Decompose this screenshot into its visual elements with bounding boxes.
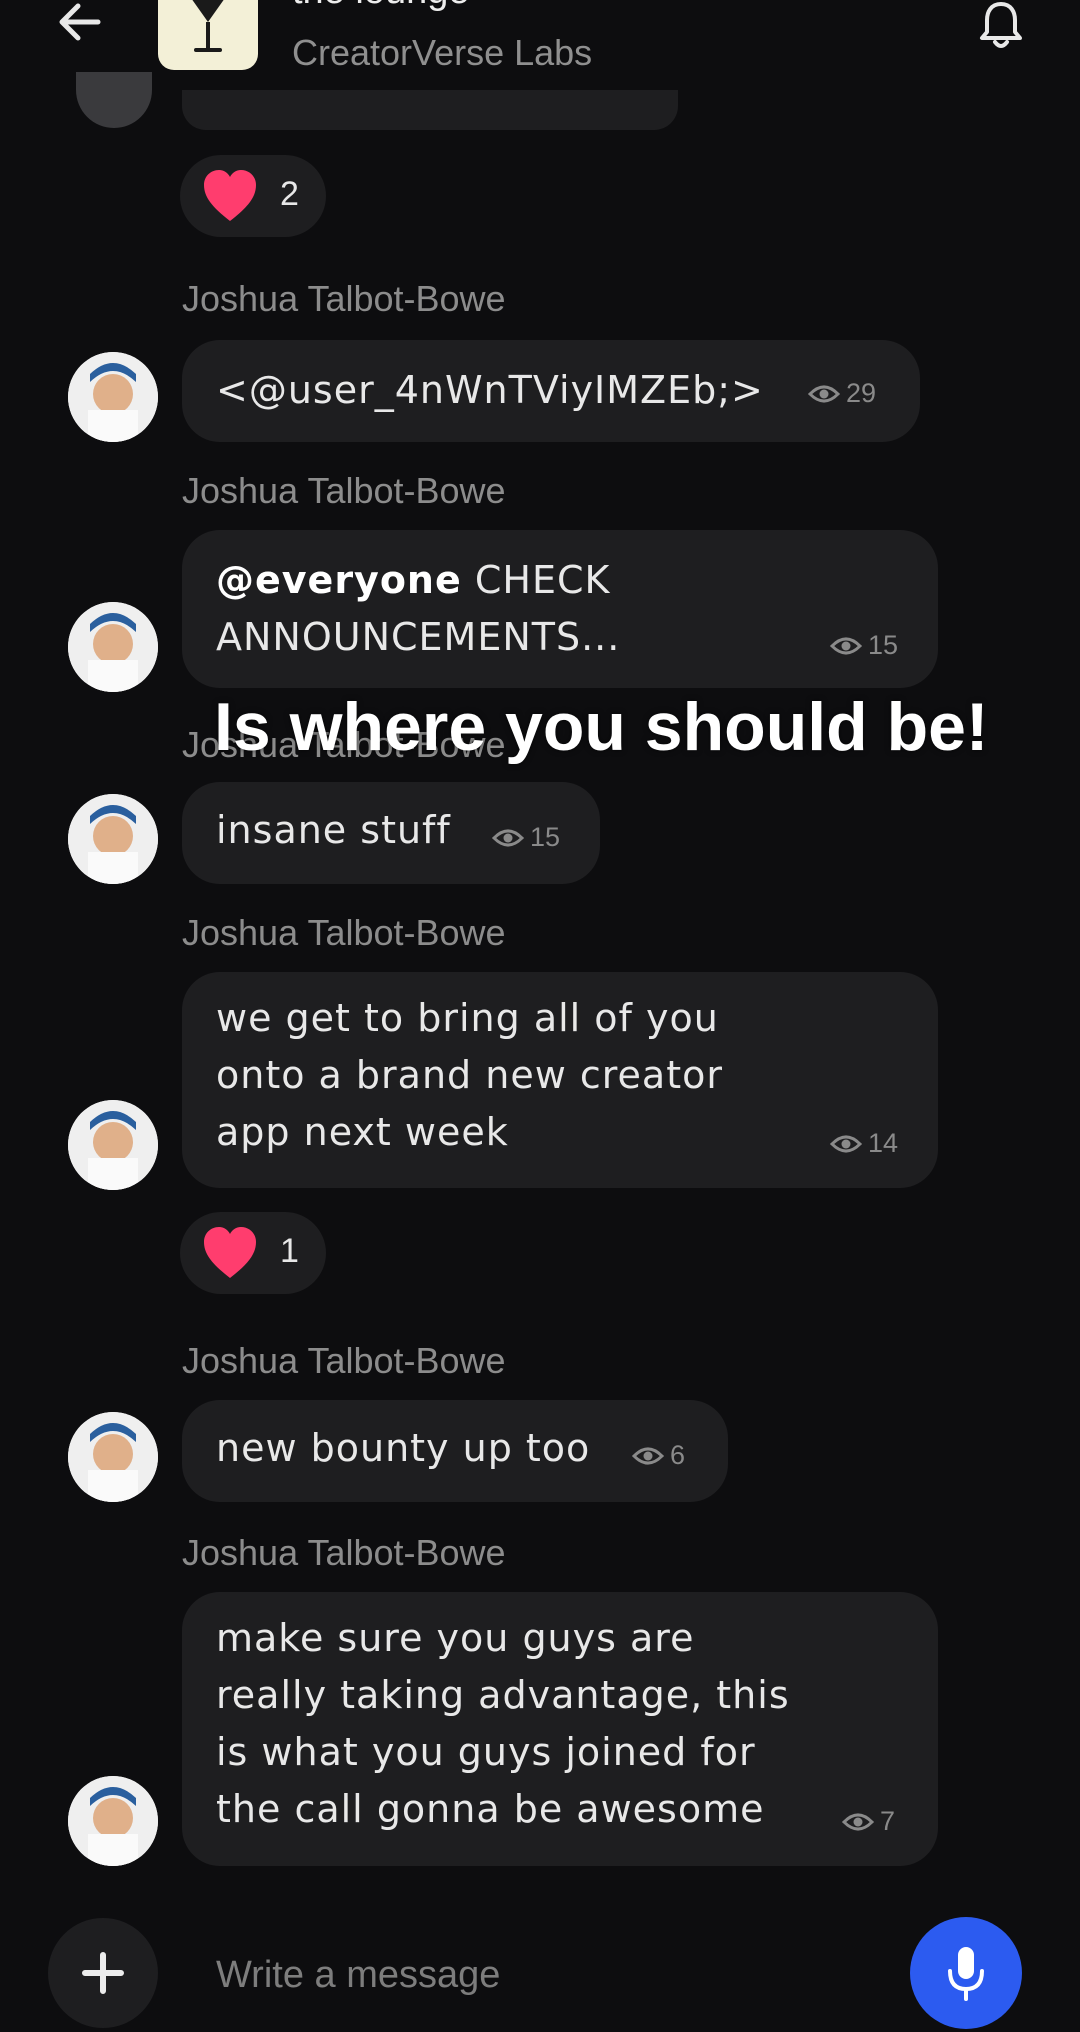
message-bubble[interactable]: @everyone CHECK ANNOUNCEMENTS... 15 xyxy=(182,530,938,688)
message-text: onto a brand new creator xyxy=(216,1053,723,1097)
message-text: we get to bring all of you xyxy=(216,996,719,1040)
view-count: 15 xyxy=(830,630,898,661)
voice-record-button[interactable] xyxy=(910,1917,1022,2029)
reaction-chip[interactable]: 2 xyxy=(180,155,326,237)
avatar-image xyxy=(68,794,158,884)
view-count: 15 xyxy=(492,822,560,853)
message-bubble[interactable]: <@user_4nWnTViyIMZEb;> 29 xyxy=(182,340,920,442)
message-bubble[interactable] xyxy=(182,90,678,130)
avatar[interactable] xyxy=(76,72,152,128)
avatar[interactable] xyxy=(68,1100,158,1190)
avatar-image xyxy=(68,1412,158,1502)
author-name: Joshua Talbot-Bowe xyxy=(182,1532,506,1573)
microphone-icon xyxy=(948,1947,984,2001)
message-text: app next week xyxy=(216,1110,509,1154)
view-count: 6 xyxy=(632,1440,685,1471)
avatar-image xyxy=(68,602,158,692)
channel-name: the lounge xyxy=(292,0,470,13)
message-input[interactable] xyxy=(182,1945,950,2005)
reaction-chip[interactable]: 1 xyxy=(180,1212,326,1294)
mention: @everyone xyxy=(216,558,462,602)
cocktail-glass-icon xyxy=(192,0,224,52)
eye-icon xyxy=(830,637,862,654)
eye-icon xyxy=(492,829,524,846)
view-count: 14 xyxy=(830,1128,898,1159)
avatar[interactable] xyxy=(68,1776,158,1866)
author-name: Joshua Talbot-Bowe xyxy=(182,470,506,511)
message-text: really taking advantage, this xyxy=(216,1673,790,1717)
channel-logo[interactable] xyxy=(158,0,258,70)
plus-icon xyxy=(82,1952,124,1994)
eye-icon xyxy=(830,1135,862,1152)
eye-icon xyxy=(808,385,840,402)
avatar[interactable] xyxy=(68,602,158,692)
overlay-caption: Is where you should be! xyxy=(214,689,989,765)
avatar[interactable] xyxy=(68,352,158,442)
message-text: insane stuff xyxy=(216,808,451,852)
reaction-count: 2 xyxy=(280,175,299,213)
view-count: 29 xyxy=(808,378,876,409)
message-bubble[interactable]: we get to bring all of you onto a brand … xyxy=(182,972,938,1188)
message-text: new bounty up too xyxy=(216,1426,591,1470)
add-attachment-button[interactable] xyxy=(48,1918,158,2028)
avatar-image xyxy=(68,352,158,442)
heart-icon xyxy=(204,170,256,221)
message-bubble[interactable]: new bounty up too 6 xyxy=(182,1400,728,1502)
author-name: Joshua Talbot-Bowe xyxy=(182,1340,506,1381)
notifications-button[interactable] xyxy=(976,0,1026,52)
reaction-count: 1 xyxy=(280,1232,299,1270)
message-text: ANNOUNCEMENTS... xyxy=(216,615,621,659)
message-text: is what you guys joined for xyxy=(216,1730,756,1774)
avatar[interactable] xyxy=(68,794,158,884)
view-count: 7 xyxy=(842,1806,895,1837)
avatar-image xyxy=(68,1100,158,1190)
author-name: Joshua Talbot-Bowe xyxy=(182,278,506,319)
avatar-image xyxy=(68,1776,158,1866)
message-text: make sure you guys are xyxy=(216,1616,695,1660)
message-bubble[interactable]: make sure you guys are really taking adv… xyxy=(182,1592,938,1866)
arrow-left-icon xyxy=(59,3,101,41)
bell-icon xyxy=(980,2,1022,48)
message-bubble[interactable]: insane stuff 15 xyxy=(182,782,600,884)
author-name: Joshua Talbot-Bowe xyxy=(182,912,506,953)
eye-icon xyxy=(632,1447,664,1464)
message-text: the call gonna be awesome xyxy=(216,1787,765,1831)
message-text: @everyone CHECK xyxy=(216,558,611,602)
heart-icon xyxy=(204,1227,256,1278)
eye-icon xyxy=(842,1813,874,1830)
avatar[interactable] xyxy=(68,1412,158,1502)
channel-subtitle: CreatorVerse Labs xyxy=(292,32,593,73)
message-text: <@user_4nWnTViyIMZEb;> xyxy=(216,368,764,412)
back-button[interactable] xyxy=(52,2,112,42)
